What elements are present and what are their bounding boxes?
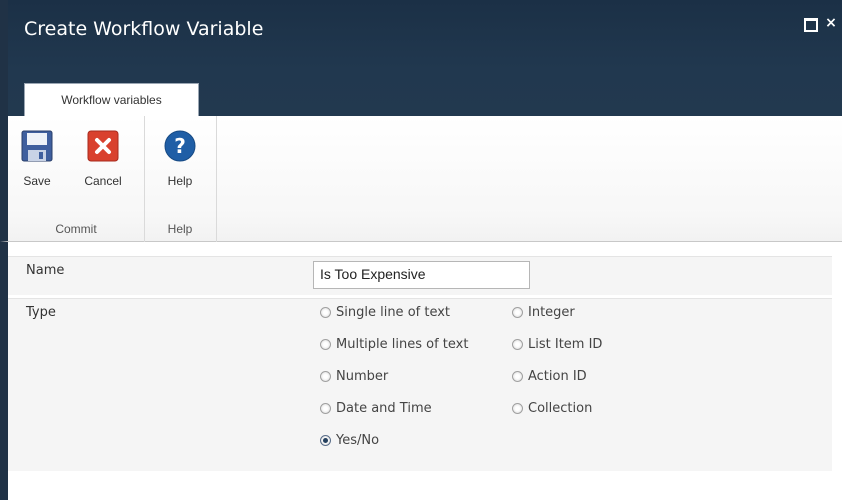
ribbon-group-help: ? Help Help: [144, 116, 217, 242]
type-option-integer[interactable]: Integer: [512, 305, 575, 320]
name-row: Name Is Too Expensive: [8, 256, 832, 295]
type-option-label: Number: [336, 369, 389, 384]
type-option-label: Single line of text: [336, 305, 451, 320]
cancel-icon: [87, 130, 119, 162]
dialog-title: Create Workflow Variable: [24, 18, 264, 40]
type-label: Type: [26, 305, 56, 320]
ribbon: Save Cancel Commit ? Help Help: [0, 116, 842, 242]
type-option-collection[interactable]: Collection: [512, 401, 592, 416]
name-input[interactable]: Is Too Expensive: [313, 261, 530, 289]
type-option-label: Multiple lines of text: [336, 337, 469, 352]
save-icon: [21, 130, 53, 162]
save-button[interactable]: Save: [12, 130, 62, 188]
radio-button[interactable]: [512, 403, 523, 414]
radio-button-selected[interactable]: [320, 435, 331, 446]
radio-button[interactable]: [512, 371, 523, 382]
ribbon-group-commit: Save Cancel Commit: [8, 116, 145, 242]
maximize-icon: [804, 18, 818, 32]
commit-group-label: Commit: [55, 222, 97, 236]
type-row: Type Single line of text Integer Multipl…: [8, 298, 832, 471]
tab-workflow-variables[interactable]: Workflow variables: [24, 83, 199, 116]
type-option-date-time[interactable]: Date and Time: [320, 401, 432, 416]
type-option-number[interactable]: Number: [320, 369, 388, 384]
type-option-multiple-lines[interactable]: Multiple lines of text: [320, 337, 468, 352]
radio-button[interactable]: [320, 403, 331, 414]
name-label: Name: [26, 263, 65, 278]
radio-button[interactable]: [320, 339, 331, 350]
left-border: [0, 242, 8, 500]
type-option-action-id[interactable]: Action ID: [512, 369, 587, 384]
save-button-label: Save: [23, 174, 51, 188]
window-controls: ×: [804, 16, 838, 32]
type-option-list-item-id[interactable]: List Item ID: [512, 337, 602, 352]
help-button-label: Help: [167, 174, 193, 188]
type-option-label: Action ID: [528, 369, 587, 384]
title-bar: Create Workflow Variable × Workflow vari…: [0, 0, 842, 116]
help-icon: ?: [164, 130, 196, 162]
type-option-label: Collection: [528, 401, 593, 416]
type-option-single-line[interactable]: Single line of text: [320, 305, 450, 320]
help-button[interactable]: ? Help: [155, 130, 205, 188]
svg-text:?: ?: [174, 134, 186, 158]
radio-button[interactable]: [512, 307, 523, 318]
radio-button[interactable]: [320, 371, 331, 382]
radio-button[interactable]: [320, 307, 331, 318]
type-option-yes-no[interactable]: Yes/No: [320, 433, 379, 448]
type-option-label: List Item ID: [528, 337, 603, 352]
cancel-button-label: Cancel: [84, 174, 122, 188]
type-option-label: Integer: [528, 305, 575, 320]
type-option-label: Date and Time: [336, 401, 432, 416]
cancel-button[interactable]: Cancel: [78, 130, 128, 188]
maximize-button[interactable]: [804, 16, 818, 32]
radio-button[interactable]: [512, 339, 523, 350]
help-group-label: Help: [167, 222, 193, 236]
type-option-label: Yes/No: [336, 433, 380, 448]
close-button[interactable]: ×: [824, 16, 838, 30]
variable-form: Name Is Too Expensive Type Single line o…: [8, 242, 842, 500]
